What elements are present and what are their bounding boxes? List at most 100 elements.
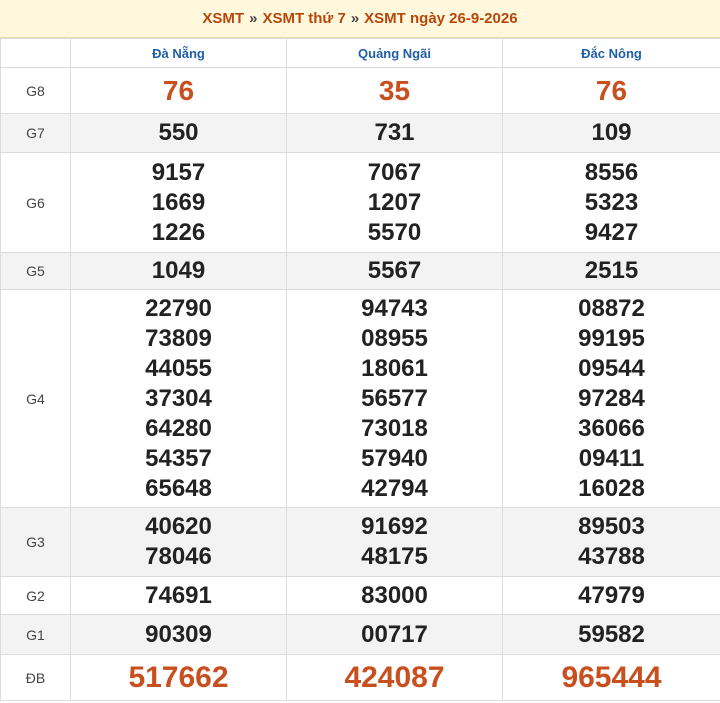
- prize-cell: 7067 1207 5570: [286, 152, 503, 253]
- prize-number: 59582: [578, 620, 645, 648]
- prize-label: G6: [0, 152, 71, 253]
- prize-number: 37304: [145, 384, 212, 412]
- breadcrumb-separator: »: [249, 10, 258, 27]
- prize-number: 56577: [361, 384, 428, 412]
- prize-cell: 91692 48175: [286, 507, 503, 577]
- prize-number: 40620: [145, 513, 212, 540]
- province-header-row: Đà Nẵng Quảng Ngãi Đắc Nông: [0, 38, 720, 68]
- prize-number: 43788: [578, 543, 645, 570]
- prize-number: 99195: [578, 324, 645, 352]
- prize-cell: 550: [70, 113, 287, 153]
- prize-cell: 00717: [286, 614, 503, 655]
- prize-number: 22790: [145, 294, 212, 322]
- prize-number: 35: [378, 74, 411, 106]
- prize-number: 44055: [145, 354, 212, 382]
- prize-row-đb: ĐB 517662 424087 965444: [0, 654, 720, 701]
- prize-cell: 59582: [502, 614, 720, 655]
- province-header-dac-nong[interactable]: Đắc Nông: [502, 38, 720, 68]
- prize-number: 00717: [361, 620, 428, 648]
- prize-number: 73018: [361, 414, 428, 442]
- prize-number: 08872: [578, 294, 645, 322]
- prize-number: 57940: [361, 444, 428, 472]
- prize-number: 9427: [584, 218, 639, 246]
- prize-cell: 94743 08955 18061 56577 73018 57940 42794: [286, 289, 503, 508]
- prize-row-g5: G5 1049 5567 2515: [0, 252, 720, 290]
- prize-cell: 40620 78046: [70, 507, 287, 577]
- prize-cell: 517662: [70, 654, 287, 701]
- prize-number: 94743: [361, 294, 428, 322]
- breadcrumb-item-weekday[interactable]: XSMT thứ 7: [262, 10, 345, 27]
- prize-number: 64280: [145, 414, 212, 442]
- prize-cell: 89503 43788: [502, 507, 720, 577]
- prize-number: 517662: [128, 660, 229, 694]
- prize-number: 76: [595, 74, 628, 106]
- prize-number: 7067: [367, 158, 422, 186]
- prize-cell: 5567: [286, 252, 503, 290]
- prize-cell: 109: [502, 113, 720, 153]
- breadcrumb: XSMT » XSMT thứ 7 » XSMT ngày 26-9-2026: [0, 0, 720, 38]
- prize-number: 1669: [151, 188, 206, 216]
- prize-cell: 90309: [70, 614, 287, 655]
- prize-number: 965444: [561, 660, 662, 694]
- prize-number: 47979: [578, 581, 645, 609]
- prize-cell: 1049: [70, 252, 287, 290]
- prize-number: 424087: [344, 660, 445, 694]
- prize-row-g1: G1 90309 00717 59582: [0, 614, 720, 655]
- prize-row-g4: G4 22790 73809 44055 37304 64280 54357 65648 947…: [0, 289, 720, 508]
- prize-label: G3: [0, 507, 71, 577]
- prize-number: 65648: [145, 474, 212, 502]
- breadcrumb-separator: »: [350, 10, 360, 27]
- province-header-quang-ngai[interactable]: Quảng Ngãi: [286, 38, 503, 68]
- prize-number: 91692: [361, 513, 428, 540]
- prize-number: 1049: [151, 257, 206, 284]
- prize-label: G8: [0, 67, 71, 114]
- prize-cell: 76: [70, 67, 287, 114]
- prize-number: 8556: [584, 158, 639, 186]
- prize-label: G7: [0, 113, 71, 153]
- prize-label: G4: [0, 289, 71, 508]
- prize-number: 36066: [578, 414, 645, 442]
- prize-number: 42794: [361, 474, 428, 502]
- prize-row-g8: G8 76 35 76: [0, 67, 720, 114]
- results-table: Đà Nẵng Quảng Ngãi Đắc Nông G8 76 35 76 G7 55…: [0, 38, 720, 701]
- prize-number: 16028: [578, 474, 645, 502]
- prize-label: G2: [0, 576, 71, 615]
- prize-number: 89503: [578, 513, 645, 540]
- prize-cell: 424087: [286, 654, 503, 701]
- province-header-da-nang[interactable]: Đà Nẵng: [70, 38, 287, 68]
- prize-row-g6: G6 9157 1669 1226 7067 1207 5570 8556 5323 9427: [0, 152, 720, 253]
- prize-number: 109: [591, 119, 632, 146]
- breadcrumb-item-xsmt[interactable]: XSMT: [202, 10, 244, 27]
- prize-number: 2515: [584, 257, 639, 284]
- prize-number: 550: [158, 119, 199, 146]
- page: XSMT » XSMT thứ 7 » XSMT ngày 26-9-2026 …: [0, 0, 720, 703]
- prize-label: ĐB: [0, 654, 71, 701]
- prize-label: G5: [0, 252, 71, 290]
- prize-number: 1226: [151, 218, 206, 246]
- prize-number: 1207: [367, 188, 422, 216]
- header-blank-cell: [0, 38, 71, 68]
- prize-number: 54357: [145, 444, 212, 472]
- prize-number: 74691: [145, 581, 212, 609]
- prize-cell: 83000: [286, 576, 503, 615]
- prize-cell: 9157 1669 1226: [70, 152, 287, 253]
- prize-cell: 47979: [502, 576, 720, 615]
- prize-number: 09411: [578, 444, 645, 472]
- prize-number: 73809: [145, 324, 212, 352]
- prize-cell: 8556 5323 9427: [502, 152, 720, 253]
- prize-number: 08955: [361, 324, 428, 352]
- prize-number: 83000: [361, 581, 428, 609]
- prize-cell: 2515: [502, 252, 720, 290]
- prize-number: 5570: [367, 218, 422, 246]
- prize-cell: 35: [286, 67, 503, 114]
- prize-number: 5567: [367, 257, 422, 284]
- prize-number: 78046: [145, 543, 212, 570]
- breadcrumb-item-date[interactable]: XSMT ngày 26-9-2026: [364, 10, 517, 27]
- prize-number: 731: [374, 119, 415, 146]
- prize-cell: 76: [502, 67, 720, 114]
- prize-number: 97284: [578, 384, 645, 412]
- prize-cell: 731: [286, 113, 503, 153]
- prize-cell: 22790 73809 44055 37304 64280 54357 65648: [70, 289, 287, 508]
- prize-number: 18061: [361, 354, 428, 382]
- prize-cell: 965444: [502, 654, 720, 701]
